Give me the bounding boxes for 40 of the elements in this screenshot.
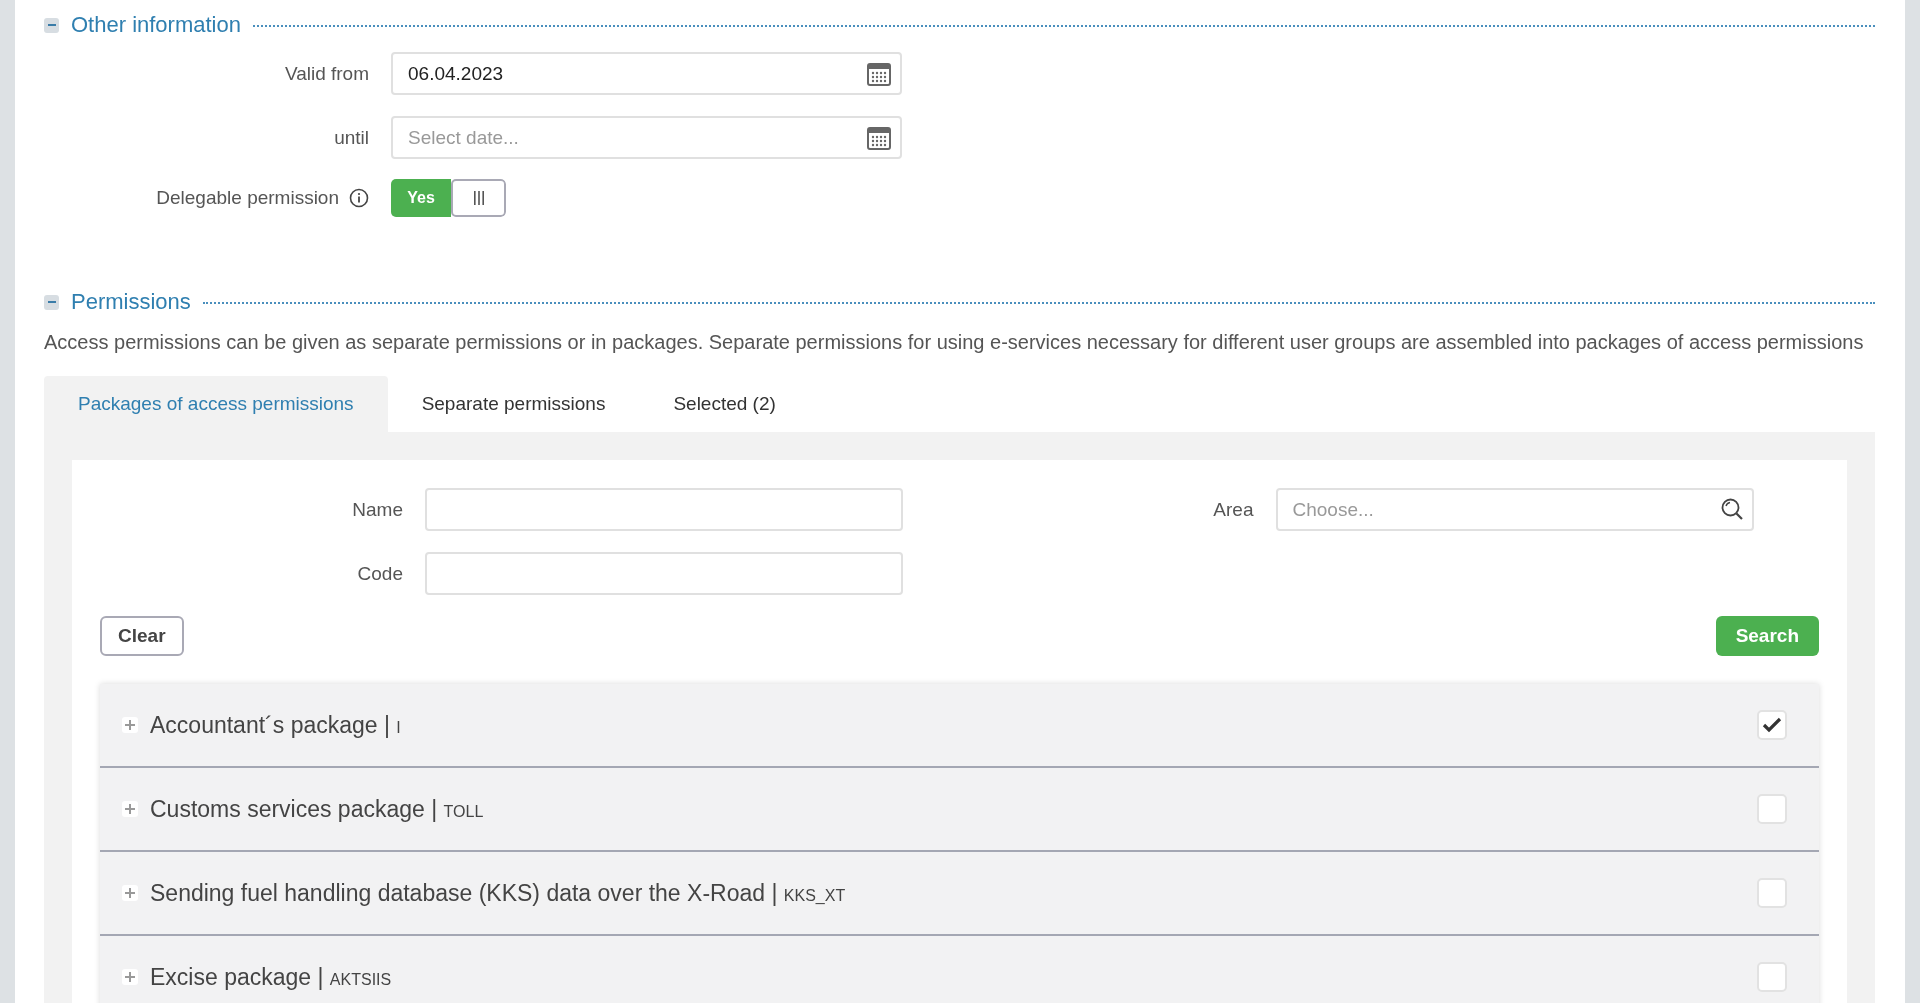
- plus-icon: [125, 972, 135, 982]
- grip-icon: [473, 191, 484, 205]
- expand-button[interactable]: [122, 969, 138, 985]
- field-label: Delegable permission: [156, 187, 339, 209]
- checkbox[interactable]: [1757, 878, 1787, 908]
- checkbox[interactable]: [1757, 710, 1787, 740]
- plus-icon: [125, 720, 135, 730]
- input-field[interactable]: [425, 488, 903, 531]
- field-label: Code: [357, 562, 403, 585]
- expand-button[interactable]: [122, 885, 138, 901]
- package-name: Accountant´s package | I: [150, 711, 402, 739]
- date-field[interactable]: Select date...: [391, 116, 902, 159]
- input-field[interactable]: [425, 552, 903, 595]
- field-label: Area: [1213, 498, 1254, 521]
- section-title: Permissions: [71, 289, 191, 315]
- check-icon: [1762, 717, 1782, 733]
- checkbox[interactable]: [1757, 794, 1787, 824]
- info-icon[interactable]: [349, 188, 369, 208]
- description-text: Access permissions can be given as separate permissions or in packages. Separate permissions for using e-services necessary for different user groups are assembled into packages of access permissions: [44, 331, 1865, 354]
- package-name: Customs services package | TOLL: [150, 795, 485, 823]
- checkbox[interactable]: [1757, 962, 1787, 992]
- collapse-toggle[interactable]: [44, 294, 59, 310]
- date-field[interactable]: 06.04.2023: [391, 52, 902, 95]
- expand-button[interactable]: [122, 717, 138, 733]
- package-name: Excise package | AKTSIIS: [150, 963, 393, 991]
- calendar-icon[interactable]: [866, 61, 892, 87]
- select-field[interactable]: Choose...: [1275, 488, 1754, 531]
- plus-icon: [125, 804, 135, 814]
- expand-button[interactable]: [122, 801, 138, 817]
- field-label: Name: [352, 498, 403, 521]
- package-name: Sending fuel handling database (KKS) data over the X-Road | KKS_XT: [150, 879, 847, 907]
- collapse-toggle[interactable]: [44, 17, 59, 33]
- clear-button[interactable]: Clear: [100, 616, 184, 656]
- field-label: Valid from: [284, 62, 369, 85]
- search-icon: [1719, 497, 1744, 521]
- plus-icon: [125, 888, 135, 898]
- tab[interactable]: Packages of access permissions: [44, 376, 388, 432]
- calendar-icon[interactable]: [866, 125, 892, 151]
- field-label: until: [334, 126, 369, 149]
- section-title: Other information: [71, 12, 241, 38]
